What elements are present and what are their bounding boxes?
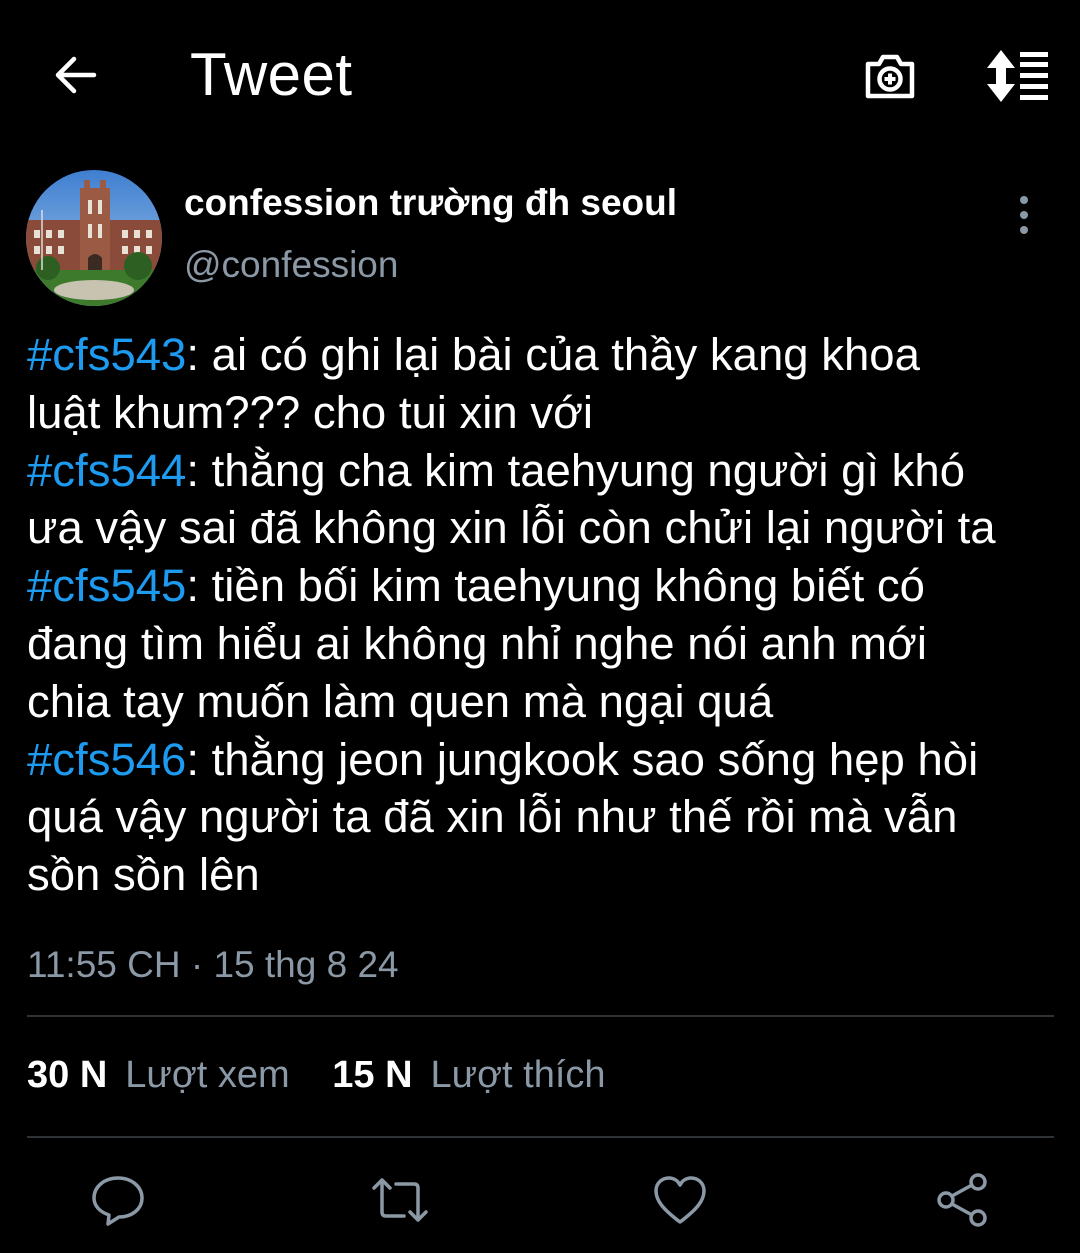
- tweet-line: sồn sồn lên: [27, 849, 260, 901]
- tweet-line: đang tìm hiểu ai không nhỉ nghe nói anh …: [27, 617, 928, 669]
- reply-icon[interactable]: [88, 1170, 148, 1230]
- divider: [27, 1015, 1054, 1017]
- tweet-line: #cfs546: thằng jeon jungkook sao sống hẹ…: [27, 733, 979, 785]
- arrow-left-icon[interactable]: [50, 50, 100, 100]
- avatar[interactable]: [26, 170, 162, 306]
- like-icon[interactable]: [650, 1170, 710, 1230]
- tweet-line: #cfs543: ai có ghi lại bài của thầy kang…: [27, 329, 920, 380]
- tweet-timestamp[interactable]: 11:55 CH · 15 thg 8 24: [27, 944, 399, 986]
- author-handle[interactable]: @confession: [184, 244, 398, 286]
- tweet-line: #cfs545: tiền bối kim taehyung không biế…: [27, 560, 925, 612]
- hashtag-link[interactable]: #cfs545: [27, 560, 186, 611]
- retweet-icon[interactable]: [370, 1170, 430, 1230]
- tweet-line: ưa vậy sai đã không xin lỗi còn chửi lại…: [27, 502, 996, 554]
- more-vertical-icon[interactable]: [1004, 192, 1044, 238]
- likes-stat[interactable]: 15 N Lượt thích: [332, 1054, 605, 1097]
- divider: [27, 1136, 1054, 1138]
- hashtag-link[interactable]: #cfs543: [27, 329, 186, 380]
- author-name[interactable]: confession trường đh seoul: [184, 182, 677, 224]
- tweet-line: quá vậy người ta đã xin lỗi như thế rồi …: [27, 791, 958, 843]
- tweet-line: #cfs544: thằng cha kim taehyung người gì…: [27, 444, 966, 496]
- top-bar: Tweet: [0, 0, 1080, 150]
- tweet-text: #cfs543: ai có ghi lại bài của thầy kang…: [27, 326, 1072, 904]
- share-icon[interactable]: [932, 1170, 992, 1230]
- tweet-line: luật khum??? cho tui xin với: [27, 386, 594, 438]
- hashtag-link[interactable]: #cfs546: [27, 734, 186, 785]
- hashtag-link[interactable]: #cfs544: [27, 445, 186, 496]
- camera-plus-icon[interactable]: [862, 48, 918, 104]
- sort-list-icon[interactable]: [982, 48, 1050, 104]
- page-title: Tweet: [190, 41, 353, 108]
- tweet-stats: 30 N Lượt xem 15 N Lượt thích: [27, 1054, 638, 1097]
- tweet-line: chia tay muốn làm quen mà ngại quá: [27, 675, 774, 727]
- views-stat[interactable]: 30 N Lượt xem: [27, 1054, 290, 1097]
